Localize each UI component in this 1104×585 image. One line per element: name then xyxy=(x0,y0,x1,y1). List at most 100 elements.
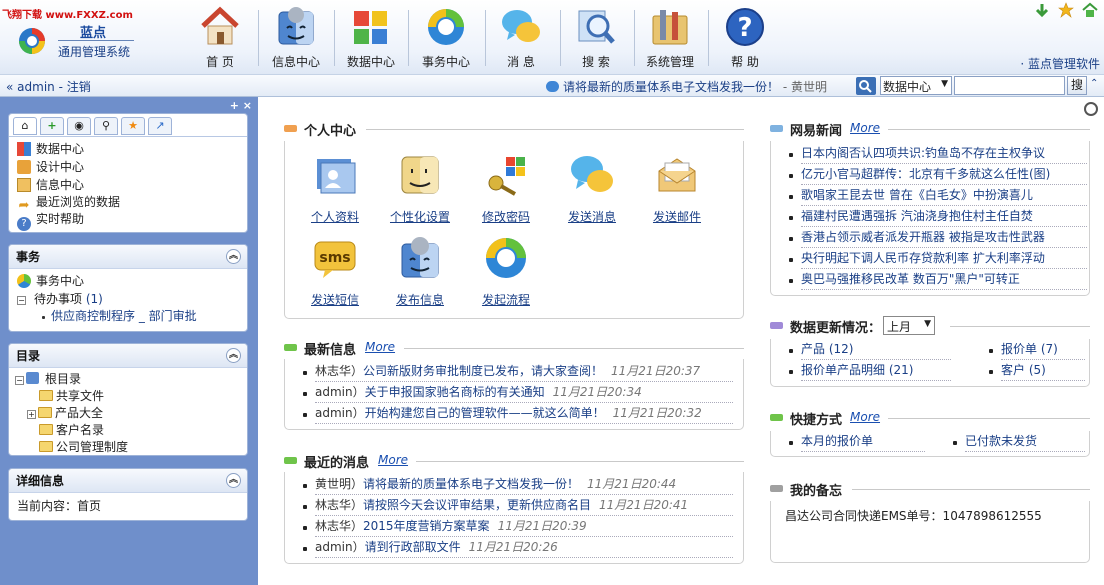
tile-change-password[interactable]: 修改密码 xyxy=(473,153,539,231)
sidebar: + × ⌂ + ◉ ⚲ ★ ↗ 数据中心 设计中心 信息中心 ➦ 最近浏览的数据 ? 实时帮助… xyxy=(0,97,258,585)
notice-ticker[interactable]: 请将最新的质量体系电子文档发我一份！ - 黄世明 xyxy=(546,78,827,95)
quick-item-help[interactable]: ? 实时帮助 xyxy=(17,211,84,231)
quick-item-data-center[interactable]: 数据中心 xyxy=(17,141,84,158)
nav-help[interactable]: ? 帮 助 xyxy=(709,6,781,72)
news-link[interactable]: 奥巴马强推移民改革 数百万"黑户"可转正 xyxy=(801,269,1087,290)
shortcut-link[interactable]: 本月的报价单 xyxy=(801,431,925,452)
nav-home[interactable]: 首 页 xyxy=(184,6,256,72)
collapse-toggle[interactable]: ⌃ xyxy=(1090,78,1098,89)
collapse-icon[interactable]: ︽ xyxy=(226,473,241,488)
news-link[interactable]: 香港占领示威者派发开瓶器 被指是攻击性武器 xyxy=(801,227,1087,248)
tree-root[interactable]: − 根目录 xyxy=(15,371,81,388)
nav-info-center[interactable]: 信息中心 xyxy=(260,6,332,72)
section-marker xyxy=(770,125,783,132)
shortcut-link[interactable]: 已付款未发货 xyxy=(965,431,1085,452)
collapse-icon[interactable]: ︽ xyxy=(226,348,241,363)
nav-affairs-center[interactable]: 事务中心 xyxy=(410,6,482,72)
item-link[interactable]: 请到行政部取文件 xyxy=(365,540,461,554)
search-icon[interactable] xyxy=(856,77,876,95)
item-link[interactable]: 关于申报国家驰名商标的有关通知 xyxy=(365,385,545,399)
list-item[interactable]: 黄世明）请将最新的质量体系电子文档发我一份！ 11月21日20:44 xyxy=(315,474,733,495)
search-button[interactable]: 搜 xyxy=(1067,76,1087,95)
list-item[interactable]: admin）请到行政部取文件 11月21日20:26 xyxy=(315,537,733,558)
item-link[interactable]: 2015年度营销方案草案 xyxy=(363,519,490,533)
vendor-link[interactable]: · 蓝点管理软件 xyxy=(1020,55,1100,72)
star-icon[interactable]: ★ xyxy=(121,117,145,135)
tree-folder-shared[interactable]: 共享文件 xyxy=(39,388,104,405)
gear-icon[interactable] xyxy=(1084,102,1098,116)
user-logout[interactable]: « admin - 注销 xyxy=(6,78,91,95)
tile-send-message[interactable]: 发送消息 xyxy=(559,153,625,231)
affairs-center-link[interactable]: 事务中心 xyxy=(17,273,84,290)
collapse-minus-icon[interactable]: − xyxy=(17,296,26,305)
tile-start-workflow[interactable]: 发起流程 xyxy=(473,236,539,314)
collapse-icon[interactable]: ︽ xyxy=(226,249,241,264)
item-link[interactable]: 请将最新的质量体系电子文档发我一份！ xyxy=(363,477,579,491)
collapse-minus-icon[interactable]: − xyxy=(15,376,24,385)
tile-send-email[interactable]: 发送邮件 xyxy=(644,153,710,231)
news-link[interactable]: 央行明起下调人民币存贷款利率 扩大利率浮动 xyxy=(801,248,1087,269)
news-link[interactable]: 歌唱家王昆去世 曾在《白毛女》中扮演喜儿 xyxy=(801,185,1087,206)
tree-folder-products[interactable]: + 产品大全 xyxy=(27,405,103,422)
nav-search[interactable]: 搜 索 xyxy=(560,6,632,72)
news-link[interactable]: 日本内阁否认四项共识:钓鱼岛不存在主权争议 xyxy=(801,143,1087,164)
home-icon[interactable]: ⌂ xyxy=(13,117,37,135)
green-arrow-icon[interactable] xyxy=(1034,2,1050,18)
list-item[interactable]: admin）开始构建您自己的管理软件——就这么简单！ 11月21日20:32 xyxy=(315,403,733,424)
tile-send-sms[interactable]: sms 发送短信 xyxy=(302,236,368,314)
search-icon[interactable]: ⚲ xyxy=(94,117,118,135)
list-item[interactable]: admin）关于申报国家驰名商标的有关通知 11月21日20:34 xyxy=(315,382,733,403)
panel-title: 事务 xyxy=(16,250,41,264)
tile-personalize[interactable]: 个性化设置 xyxy=(387,153,453,231)
add-icon[interactable]: + xyxy=(40,117,64,135)
eye-icon[interactable]: ◉ xyxy=(67,117,91,135)
tree-folder-policies[interactable]: 公司管理制度 xyxy=(39,439,128,456)
period-select[interactable]: 上月 ▼ xyxy=(883,316,935,335)
tile-label: 个性化设置 xyxy=(389,210,450,224)
sidebar-controls[interactable]: + × xyxy=(230,99,252,112)
update-item[interactable]: 报价单产品明细 (21) xyxy=(801,360,951,381)
chevron-down-icon: ▼ xyxy=(924,319,931,329)
nav-label: 信息中心 xyxy=(271,55,320,69)
more-link[interactable]: More xyxy=(850,410,880,424)
item-link[interactable]: 开始构建您自己的管理软件——就这么简单！ xyxy=(365,406,605,420)
more-link[interactable]: More xyxy=(365,340,395,354)
nav-messages[interactable]: 消 息 xyxy=(485,6,557,72)
bullet xyxy=(789,349,793,353)
search-input[interactable] xyxy=(954,76,1065,95)
tile-publish-info[interactable]: 发布信息 xyxy=(387,236,453,314)
update-label: 报价单 xyxy=(1001,342,1038,356)
list-item[interactable]: 林志华）公司新版财务审批制度已发布，请大家查阅！ 11月21日20:37 xyxy=(315,361,733,382)
share-icon[interactable]: ↗ xyxy=(148,117,172,135)
quick-item-recent-data[interactable]: ➦ 最近浏览的数据 xyxy=(17,194,120,213)
tree-folder-customers[interactable]: 客户名录 xyxy=(39,422,104,439)
bullet xyxy=(789,279,793,283)
profile-card-icon xyxy=(317,159,356,194)
news-link[interactable]: 福建村民遭遇强拆 汽油浇身抱住村主任自焚 xyxy=(801,206,1087,227)
search-scope-select[interactable]: 数据中心 ▼ xyxy=(880,76,952,95)
update-item[interactable]: 产品 (12) xyxy=(801,339,951,360)
nav-data-center[interactable]: 数据中心 xyxy=(335,6,407,72)
tile-profile[interactable]: 个人资料 xyxy=(302,153,368,231)
section-marker xyxy=(770,322,783,329)
nav-system-admin[interactable]: 系统管理 xyxy=(634,6,706,72)
update-item[interactable]: 客户 (5) xyxy=(1001,360,1085,381)
quick-item-design-center[interactable]: 设计中心 xyxy=(17,159,84,176)
home-small-icon[interactable] xyxy=(1082,2,1098,18)
more-link[interactable]: More xyxy=(850,121,880,135)
expand-plus-icon[interactable]: + xyxy=(27,410,36,419)
more-link[interactable]: More xyxy=(378,453,408,467)
pending-tasks[interactable]: − 待办事项 (1) xyxy=(17,291,103,308)
star-icon[interactable] xyxy=(1058,2,1075,18)
personal-center-header: 个人中心 xyxy=(284,120,744,140)
item-link[interactable]: 请按照今天会议评审结果，更新供应商名目 xyxy=(363,498,591,512)
news-link[interactable]: 亿元小官马超群传：北京有千多就这么任性(图) xyxy=(801,164,1087,185)
panel-title: 详细信息 xyxy=(16,474,65,488)
pending-item-link[interactable]: 供应商控制程序 _ 部门审批 xyxy=(51,308,197,325)
list-item[interactable]: 林志华）请按照今天会议评审结果，更新供应商名目 11月21日20:41 xyxy=(315,495,733,516)
memo-header: 我的备忘 xyxy=(770,480,1090,500)
item-link[interactable]: 公司新版财务审批制度已发布，请大家查阅！ xyxy=(363,364,603,378)
quick-item-info-center[interactable]: 信息中心 xyxy=(17,177,84,194)
update-item[interactable]: 报价单 (7) xyxy=(1001,339,1085,360)
list-item[interactable]: 林志华）2015年度营销方案草案 11月21日20:39 xyxy=(315,516,733,537)
